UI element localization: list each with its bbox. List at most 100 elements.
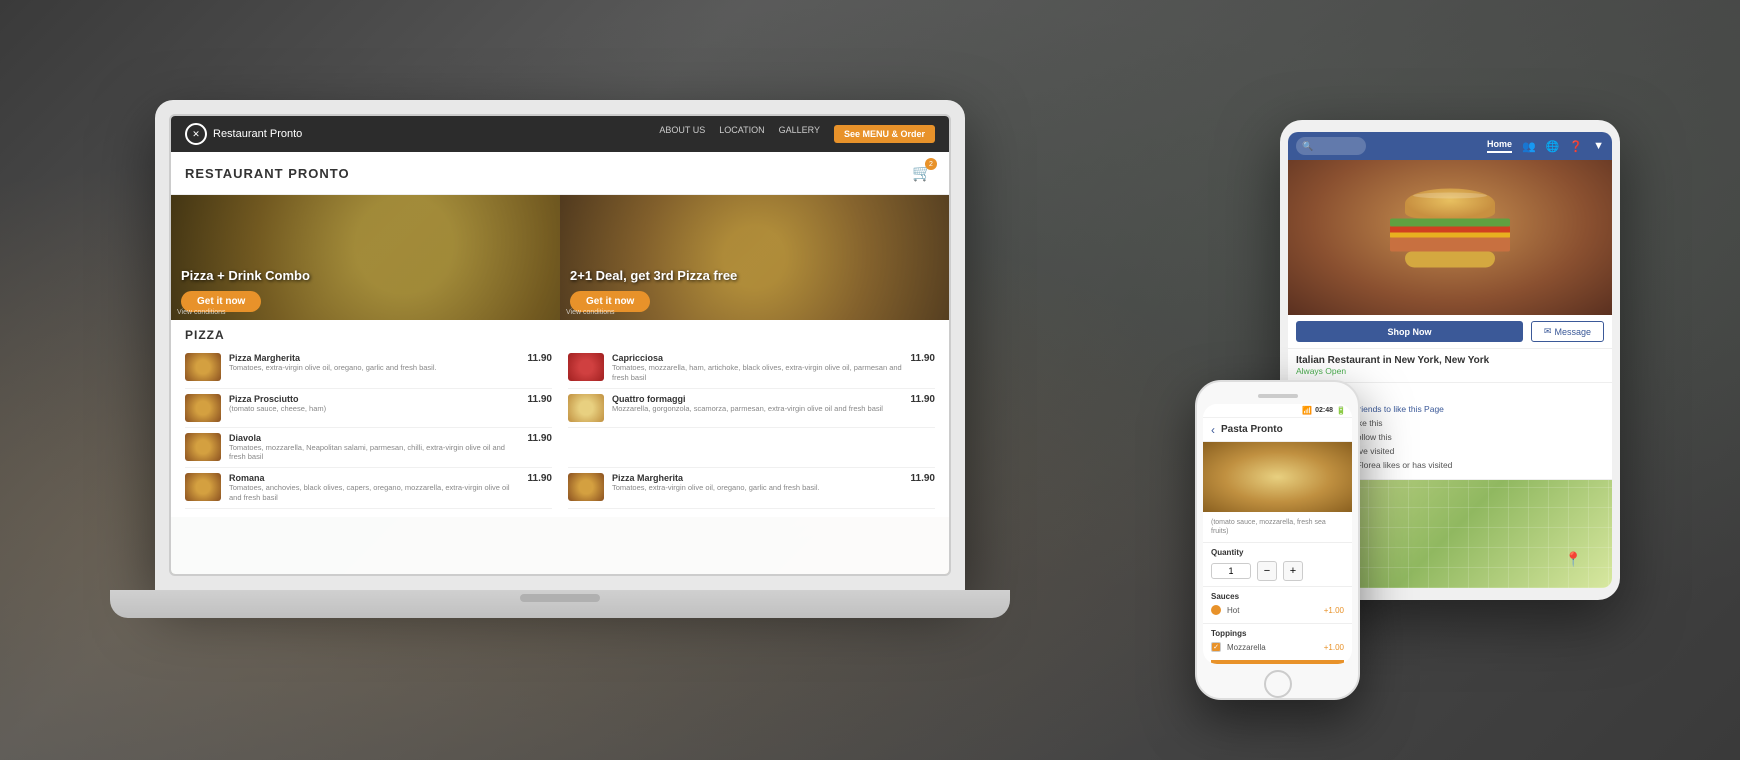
site-hero: RESTAURANT PRONTO 🛒 2 Pizza + (171, 152, 949, 574)
cart-badge: 2 (925, 158, 937, 170)
restaurant-website: ✕ Restaurant Pronto ABOUT US LOCATION GA… (171, 116, 949, 574)
fb-globe-icon[interactable]: 🌐 (1546, 140, 1560, 153)
quantity-minus-button[interactable]: − (1257, 561, 1277, 581)
item-image (185, 353, 221, 381)
nav-location[interactable]: LOCATION (719, 125, 764, 143)
laptop-screen: ✕ Restaurant Pronto ABOUT US LOCATION GA… (169, 114, 951, 576)
menu-item[interactable]: Romana Tomatoes, anchovies, black olives… (185, 468, 552, 509)
map-pin-icon: 📍 (1565, 551, 1582, 568)
nav-about[interactable]: ABOUT US (659, 125, 705, 143)
topping-checkbox-mozzarella[interactable]: ✓ (1211, 642, 1221, 652)
menu-item[interactable]: Quattro formaggi Mozzarella, gorgonzola,… (568, 389, 935, 428)
promo2-conditions: View conditions (566, 309, 615, 316)
fb-page-status: Always Open (1296, 366, 1604, 376)
fb-hero-image (1288, 160, 1612, 315)
status-time: 02:48 (1315, 407, 1333, 414)
toppings-section: Toppings ✓ Mozzarella +1.00 11.90 RON Ad… (1203, 624, 1352, 664)
item-name: Quattro formaggi (612, 394, 903, 404)
sauces-label: Sauces (1211, 592, 1344, 601)
item-desc: Mozzarella, gorgonzola, scamorza, parmes… (612, 404, 903, 414)
fb-friends-icon[interactable]: 👥 (1522, 140, 1536, 153)
item-info: Pizza Prosciutto (tomato sauce, cheese, … (229, 394, 520, 414)
topping-name-mozzarella: Mozzarella (1227, 643, 1266, 652)
item-info: Romana Tomatoes, anchovies, black olives… (229, 473, 520, 503)
logo-icon: ✕ (185, 123, 207, 145)
item-desc: Tomatoes, mozzarella, Neapolitan salami,… (229, 443, 520, 463)
fb-nav-links: Home 👥 🌐 ❓ ▼ (1487, 139, 1604, 153)
item-price: 11.90 (911, 394, 935, 405)
sauce-name-hot: Hot (1227, 606, 1239, 615)
fb-page-name: Italian Restaurant in New York, New York (1296, 355, 1604, 366)
promo-banner-1: Pizza + Drink Combo Get it now View cond… (171, 195, 560, 320)
phone-home-button[interactable] (1264, 670, 1292, 698)
fb-page-info: Italian Restaurant in New York, New York… (1288, 349, 1612, 383)
laptop-device: ✕ Restaurant Pronto ABOUT US LOCATION GA… (155, 100, 965, 660)
item-info: Capricciosa Tomatoes, mozzarella, ham, a… (612, 353, 903, 383)
message-label: Message (1554, 327, 1591, 337)
content-header: RESTAURANT PRONTO 🛒 2 (171, 152, 949, 195)
back-button[interactable]: ‹ (1211, 423, 1215, 437)
nav-menu-cta[interactable]: See MENU & Order (834, 125, 935, 143)
promo1-conditions: View conditions (177, 309, 226, 316)
promo-banner-2: 2+1 Deal, get 3rd Pizza free Get it now … (560, 195, 949, 320)
menu-section: PIZZA Pizza Margherita Tomatoes, extra-v… (171, 320, 949, 517)
item-image (568, 394, 604, 422)
menu-item[interactable]: Capricciosa Tomatoes, mozzarella, ham, a… (568, 348, 935, 389)
quantity-section: Quantity 1 − + (1203, 543, 1352, 587)
laptop-body: ✕ Restaurant Pronto ABOUT US LOCATION GA… (155, 100, 965, 590)
item-image (568, 473, 604, 501)
fb-dropdown-icon[interactable]: ▼ (1593, 140, 1604, 152)
item-image (185, 433, 221, 461)
menu-item[interactable]: Pizza Prosciutto (tomato sauce, cheese, … (185, 389, 552, 428)
nav-links: ABOUT US LOCATION GALLERY See MENU & Ord… (659, 125, 935, 143)
phone-item-description: (tomato sauce, mozzarella, fresh sea fru… (1211, 518, 1344, 536)
phone-page-title: Pasta Pronto (1221, 424, 1283, 435)
topping-price-mozzarella: +1.00 (1324, 643, 1344, 652)
phone-status-bar: 📶 02:48 🔋 (1203, 404, 1352, 418)
item-name: Pizza Margherita (229, 353, 520, 363)
phone-screen: 📶 02:48 🔋 ‹ Pasta Pronto (tomato sauce, … (1203, 404, 1352, 664)
menu-item[interactable]: Pizza Margherita Tomatoes, extra-virgin … (185, 348, 552, 389)
fb-search-bar[interactable]: 🔍 (1296, 137, 1366, 155)
menu-item[interactable]: Diavola Tomatoes, mozzarella, Neapolitan… (185, 428, 552, 469)
patty-layer (1390, 237, 1510, 251)
promo2-title: 2+1 Deal, get 3rd Pizza free (570, 268, 939, 283)
item-price: 11.90 (528, 433, 552, 444)
item-info: Diavola Tomatoes, mozzarella, Neapolitan… (229, 433, 520, 463)
item-name: Capricciosa (612, 353, 903, 363)
phone-body: 📶 02:48 🔋 ‹ Pasta Pronto (tomato sauce, … (1195, 380, 1360, 700)
item-desc: Tomatoes, mozzarella, ham, artichoke, bl… (612, 363, 903, 383)
bun-top (1405, 188, 1495, 218)
menu-item[interactable]: Pizza Margherita Tomatoes, extra-virgin … (568, 468, 935, 509)
sauce-row: Hot +1.00 (1211, 605, 1344, 615)
item-image (185, 473, 221, 501)
nav-gallery[interactable]: GALLERY (779, 125, 820, 143)
item-price: 11.90 (528, 473, 552, 484)
restaurant-title: RESTAURANT PRONTO (185, 166, 350, 181)
menu-section-title: PIZZA (185, 328, 935, 342)
fb-shop-button[interactable]: Shop Now (1296, 321, 1523, 342)
cart-icon-wrap[interactable]: 🛒 2 (909, 160, 935, 186)
quantity-plus-button[interactable]: + (1283, 561, 1303, 581)
fb-home-link[interactable]: Home (1487, 139, 1512, 153)
lettuce-layer (1390, 218, 1510, 226)
topping-row: ✓ Mozzarella +1.00 (1211, 642, 1344, 652)
item-image (185, 394, 221, 422)
scene-container: ✕ Restaurant Pronto ABOUT US LOCATION GA… (0, 0, 1740, 760)
quantity-display: 1 (1211, 563, 1251, 579)
item-price: 11.90 (911, 473, 935, 484)
phone-item-detail: (tomato sauce, mozzarella, fresh sea fru… (1203, 512, 1352, 543)
message-icon: ✉ (1544, 326, 1552, 337)
fb-help-icon[interactable]: ❓ (1569, 140, 1583, 153)
phone-food-image (1203, 442, 1352, 512)
nav-logo: ✕ Restaurant Pronto (185, 123, 302, 145)
battery-icon: 🔋 (1336, 406, 1346, 415)
logo-text: Restaurant Pronto (213, 128, 302, 140)
laptop-base (110, 590, 1010, 618)
menu-item[interactable] (568, 428, 935, 469)
quantity-label: Quantity (1211, 548, 1344, 557)
item-name: Diavola (229, 433, 520, 443)
sauce-radio-hot[interactable] (1211, 605, 1221, 615)
fb-message-button[interactable]: ✉ Message (1531, 321, 1604, 342)
item-desc: Tomatoes, anchovies, black olives, caper… (229, 483, 520, 503)
